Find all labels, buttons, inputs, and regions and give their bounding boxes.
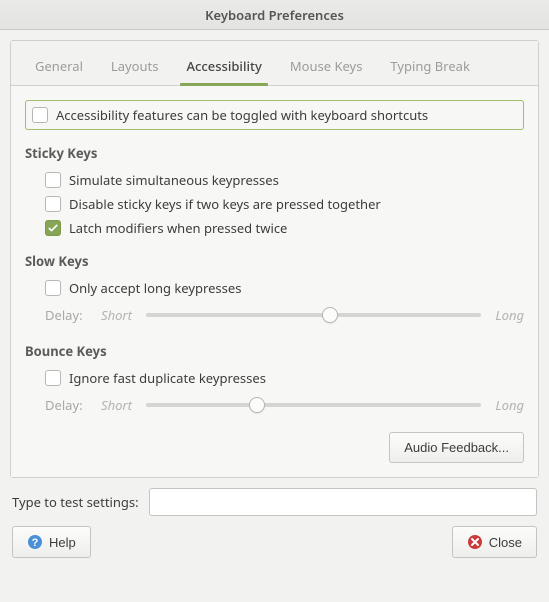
test-settings-row: Type to test settings:	[10, 478, 539, 520]
slow-only-long-row: Only accept long keypresses	[25, 276, 524, 300]
a11y-toggle-checkbox[interactable]	[32, 107, 48, 123]
tab-layouts[interactable]: Layouts	[97, 49, 173, 85]
slow-only-long-label: Only accept long keypresses	[69, 279, 241, 297]
bounce-ignore-fast-checkbox[interactable]	[45, 370, 61, 386]
close-button[interactable]: Close	[452, 526, 537, 558]
sticky-latch-checkbox[interactable]	[45, 220, 61, 236]
a11y-toggle-row: Accessibility features can be toggled wi…	[25, 100, 524, 130]
sticky-disable-two-label: Disable sticky keys if two keys are pres…	[69, 195, 381, 213]
bounce-long-label: Long	[495, 396, 524, 414]
window-body: General Layouts Accessibility Mouse Keys…	[0, 30, 549, 566]
svg-text:?: ?	[32, 537, 39, 549]
tab-accessibility[interactable]: Accessibility	[172, 49, 275, 85]
slow-delay-label: Delay:	[45, 306, 87, 324]
dialog-action-bar: ? Help Close	[10, 520, 539, 558]
audio-feedback-button[interactable]: Audio Feedback...	[389, 432, 524, 463]
slow-long-label: Long	[495, 306, 524, 324]
window-titlebar: Keyboard Preferences	[0, 0, 549, 30]
tab-mouse-keys[interactable]: Mouse Keys	[276, 49, 377, 85]
sticky-keys-heading: Sticky Keys	[25, 144, 524, 162]
test-settings-input[interactable]	[149, 488, 537, 516]
test-settings-label: Type to test settings:	[12, 493, 139, 511]
sticky-latch-label: Latch modifiers when pressed twice	[69, 219, 287, 237]
bounce-ignore-fast-label: Ignore fast duplicate keypresses	[69, 369, 266, 387]
tabs-container: General Layouts Accessibility Mouse Keys…	[10, 40, 539, 478]
bounce-delay-row: Delay: Short Long	[25, 390, 524, 424]
audio-feedback-row: Audio Feedback...	[25, 424, 524, 463]
help-icon: ?	[27, 534, 43, 550]
close-icon	[467, 534, 483, 550]
slow-short-label: Short	[101, 306, 132, 324]
sticky-disable-two-checkbox[interactable]	[45, 196, 61, 212]
slow-keys-heading: Slow Keys	[25, 252, 524, 270]
tab-bar: General Layouts Accessibility Mouse Keys…	[11, 41, 538, 86]
tab-general[interactable]: General	[21, 49, 97, 85]
tab-panel-accessibility: Accessibility features can be toggled wi…	[11, 86, 538, 477]
bounce-delay-slider[interactable]	[146, 403, 482, 407]
help-button[interactable]: ? Help	[12, 526, 91, 558]
tab-typing-break[interactable]: Typing Break	[376, 49, 483, 85]
slow-delay-thumb[interactable]	[322, 307, 338, 323]
bounce-delay-thumb[interactable]	[249, 397, 265, 413]
slow-only-long-checkbox[interactable]	[45, 280, 61, 296]
slow-delay-row: Delay: Short Long	[25, 300, 524, 334]
slow-delay-slider[interactable]	[146, 313, 482, 317]
window-title: Keyboard Preferences	[205, 6, 344, 24]
bounce-delay-label: Delay:	[45, 396, 87, 414]
bounce-keys-heading: Bounce Keys	[25, 342, 524, 360]
check-icon	[47, 222, 59, 234]
sticky-latch-row: Latch modifiers when pressed twice	[25, 216, 524, 240]
bounce-ignore-fast-row: Ignore fast duplicate keypresses	[25, 366, 524, 390]
sticky-simulate-label: Simulate simultaneous keypresses	[69, 171, 279, 189]
sticky-disable-two-row: Disable sticky keys if two keys are pres…	[25, 192, 524, 216]
bounce-short-label: Short	[101, 396, 132, 414]
sticky-simulate-checkbox[interactable]	[45, 172, 61, 188]
a11y-toggle-label: Accessibility features can be toggled wi…	[56, 106, 428, 124]
sticky-simulate-row: Simulate simultaneous keypresses	[25, 168, 524, 192]
